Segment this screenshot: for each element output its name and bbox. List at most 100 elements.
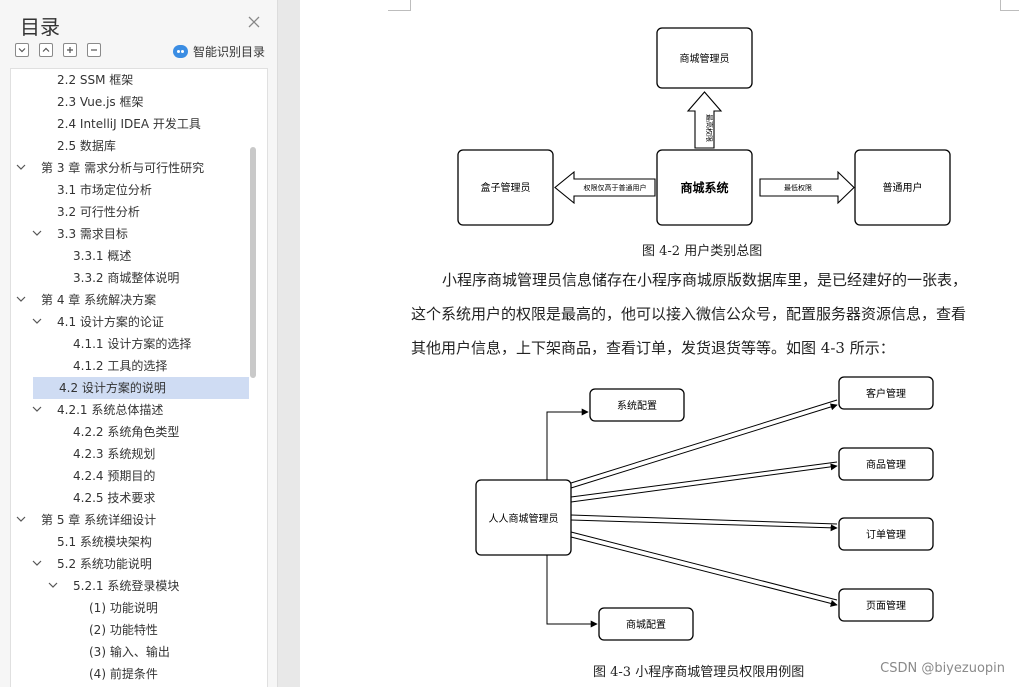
toc-item-label: 第 4 章 系统解决方案 — [41, 293, 157, 307]
crop-mark — [1000, 0, 1001, 11]
crop-mark — [388, 10, 410, 11]
figure-4-2-caption: 图 4-2 用户类别总图 — [642, 244, 763, 259]
toc-item[interactable]: 5.2.1 系统登录模块 — [11, 575, 251, 597]
watermark: CSDN @biyezuopin — [880, 661, 1005, 676]
toc-item-label: 4.1.1 设计方案的选择 — [73, 337, 192, 351]
chevron-down-icon[interactable] — [15, 513, 27, 525]
close-icon[interactable] — [246, 14, 262, 30]
toc-item-label: 第 5 章 系统详细设计 — [41, 513, 157, 527]
customers-label: 客户管理 — [866, 387, 906, 400]
toc-item[interactable]: 3.3 需求目标 — [11, 223, 251, 245]
toc-item-label: 2.4 IntelliJ IDEA 开发工具 — [57, 117, 201, 131]
toc-item-label: 5.2 系统功能说明 — [57, 557, 152, 571]
toc-item[interactable]: 4.2.4 预期目的 — [11, 465, 251, 487]
figure-4-3-caption: 图 4-3 小程序商城管理员权限用例图 — [593, 665, 805, 680]
toc-item-label: 4.1.2 工具的选择 — [73, 359, 168, 373]
sys-config-connector — [546, 408, 589, 480]
toc-list: 2.2 SSM 框架 2.3 Vue.js 框架 2.4 IntelliJ IDEA… — [10, 68, 268, 687]
toc-item-label: 4.2.3 系统规划 — [73, 447, 156, 461]
smart-toc-button[interactable]: 智能识别目录 — [173, 43, 265, 60]
toc-item-label: (1) 功能说明 — [89, 601, 158, 615]
plus-icon — [67, 47, 73, 53]
toc-title: 目录 — [20, 15, 60, 39]
box-admin-label: 盒子管理员 — [481, 181, 531, 194]
mall-config-label: 商城配置 — [626, 618, 666, 631]
toc-item-label: 3.3.2 商城整体说明 — [73, 271, 180, 285]
toc-item[interactable]: 2.3 Vue.js 框架 — [11, 91, 251, 113]
toc-item[interactable]: 4.2.3 系统规划 — [11, 443, 251, 465]
toc-item[interactable]: 3.3.1 概述 — [11, 245, 251, 267]
toc-item[interactable]: 4.2.5 技术要求 — [11, 487, 251, 509]
expand-level-button[interactable] — [63, 43, 77, 57]
orders-connector — [570, 514, 838, 532]
chevron-down-icon — [18, 48, 26, 53]
toc-item[interactable]: 第 3 章 需求分析与可行性研究 — [11, 157, 251, 179]
up-arrow-label: 最高权限 — [705, 114, 714, 142]
toc-item[interactable]: (3) 输入、输出 — [11, 641, 251, 663]
pages-connector — [570, 531, 838, 607]
toc-item-label: 5.1 系统模块架构 — [57, 535, 152, 549]
paragraph-line-1: 小程序商城管理员信息储存在小程序商城原版数据库里，是已经建好的一张表， — [442, 271, 968, 289]
products-connector — [570, 461, 838, 503]
left-arrow-label: 权限仅高于普通用户 — [584, 183, 647, 192]
collapse-all-button[interactable] — [15, 43, 29, 57]
toc-item[interactable]: 5.1 系统模块架构 — [11, 531, 251, 553]
toc-panel: 目录 智能识别目录 2.2 SSM 框架 2.3 Vue.js 框架 2.4 Int… — [0, 0, 278, 687]
orders-label: 订单管理 — [866, 528, 906, 541]
toc-item[interactable]: 2.5 数据库 — [11, 135, 251, 157]
chevron-down-icon[interactable] — [15, 161, 27, 173]
toc-item-label: 4.2.5 技术要求 — [73, 491, 156, 505]
chevron-down-icon[interactable] — [31, 315, 43, 327]
products-label: 商品管理 — [866, 458, 906, 471]
chevron-down-icon[interactable] — [15, 293, 27, 305]
robot-icon — [173, 45, 188, 58]
expand-all-button[interactable] — [39, 43, 53, 57]
admin-use-case-diagram: .bx2 { fill:#fff; stroke:#000; stroke-wi… — [475, 376, 934, 641]
toc-item[interactable]: 4.1.1 设计方案的选择 — [11, 333, 251, 355]
user-category-diagram: .bx { fill:#fff; stroke:#000; stroke-wid… — [457, 27, 951, 226]
toc-item[interactable]: 第 5 章 系统详细设计 — [11, 509, 251, 531]
toc-item-label: 2.3 Vue.js 框架 — [57, 95, 144, 109]
body-paragraph: 小程序商城管理员信息储存在小程序商城原版数据库里，是已经建好的一张表， 这个系统… — [411, 263, 1001, 365]
up-arrow — [686, 91, 723, 149]
chevron-down-icon[interactable] — [47, 579, 59, 591]
crop-mark — [410, 0, 411, 11]
toc-item-label: (3) 输入、输出 — [89, 645, 170, 659]
toc-item[interactable]: 2.4 IntelliJ IDEA 开发工具 — [11, 113, 251, 135]
toc-item-label: 4.2.4 预期目的 — [73, 469, 156, 483]
paragraph-line-3: 其他用户信息，上下架商品，查看订单，发货退货等等。如图 4-3 所示： — [411, 339, 895, 357]
chevron-up-icon — [42, 47, 50, 52]
toc-item-label: 4.2 设计方案的说明 — [59, 381, 166, 395]
toc-item-label: 4.1 设计方案的论证 — [57, 315, 164, 329]
toc-item[interactable]: (4) 前提条件 — [11, 663, 251, 685]
right-arrow-label: 最低权限 — [784, 183, 812, 192]
toc-item[interactable]: 4.2.2 系统角色类型 — [11, 421, 251, 443]
toc-item[interactable]: 3.3.2 商城整体说明 — [11, 267, 251, 289]
minus-icon — [91, 49, 97, 51]
chevron-down-icon[interactable] — [31, 557, 43, 569]
toc-item[interactable]: 4.2.1 系统总体描述 — [11, 399, 251, 421]
toc-item[interactable]: (1) 功能说明 — [11, 597, 251, 619]
toc-item-label: 4.2.2 系统角色类型 — [73, 425, 180, 439]
toc-item-label: 3.3.1 概述 — [73, 249, 132, 263]
toc-item[interactable]: 3.2 可行性分析 — [11, 201, 251, 223]
paragraph-line-2: 这个系统用户的权限是最高的，他可以接入微信公众号，配置服务器资源信息，查看 — [411, 305, 967, 323]
toc-item[interactable]: 4.2 设计方案的说明 — [33, 377, 249, 399]
toc-item[interactable]: 2.2 SSM 框架 — [11, 69, 251, 91]
crop-mark — [1000, 10, 1019, 11]
chevron-down-icon[interactable] — [31, 227, 43, 239]
toc-item[interactable]: (2) 功能特性 — [11, 619, 251, 641]
toc-item-label: (4) 前提条件 — [89, 667, 158, 681]
toc-item-label: 第 3 章 需求分析与可行性研究 — [41, 161, 205, 175]
toc-item[interactable]: 4.1.2 工具的选择 — [11, 355, 251, 377]
toc-scrollbar[interactable] — [250, 147, 256, 378]
collapse-level-button[interactable] — [87, 43, 101, 57]
mall-system-label: 商城系统 — [680, 180, 728, 195]
toc-item[interactable]: 3.1 市场定位分析 — [11, 179, 251, 201]
mall-admin-label: 商城管理员 — [680, 52, 730, 65]
toc-item[interactable]: 第 4 章 系统解决方案 — [11, 289, 251, 311]
chevron-down-icon[interactable] — [31, 403, 43, 415]
toc-item[interactable]: 4.1 设计方案的论证 — [11, 311, 251, 333]
pages-label: 页面管理 — [866, 599, 906, 612]
toc-item[interactable]: 5.2 系统功能说明 — [11, 553, 251, 575]
